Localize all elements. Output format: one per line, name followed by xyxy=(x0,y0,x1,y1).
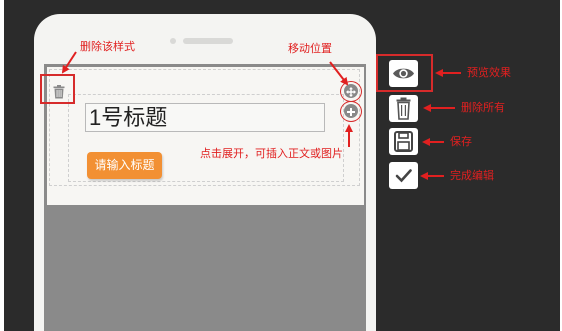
highlight-expand xyxy=(340,101,362,122)
highlight-move xyxy=(340,81,362,102)
save-icon xyxy=(394,131,413,152)
phone-speaker xyxy=(183,38,233,44)
title-input[interactable]: 1号标题 xyxy=(85,103,325,132)
stage: 1号标题 请输入标题 删除该样式 移动位置 点击展开，可插入正文或图片 预览效果… xyxy=(0,0,562,331)
label-preview-effect: 预览效果 xyxy=(467,66,511,79)
label-finish-edit: 完成编辑 xyxy=(450,169,494,182)
finish-edit-button[interactable] xyxy=(389,162,418,189)
check-icon xyxy=(395,169,412,183)
enter-title-button[interactable]: 请输入标题 xyxy=(87,152,162,179)
label-expand-insert: 点击展开，可插入正文或图片 xyxy=(200,147,343,160)
label-move-position: 移动位置 xyxy=(288,42,332,55)
label-delete-all: 删除所有 xyxy=(461,101,505,114)
highlight-delete-style xyxy=(40,74,75,104)
highlight-preview xyxy=(376,54,433,92)
trash-icon xyxy=(396,97,411,120)
delete-all-button[interactable] xyxy=(389,95,418,122)
label-save: 保存 xyxy=(450,135,472,148)
save-button[interactable] xyxy=(389,128,418,155)
label-delete-style: 删除该样式 xyxy=(80,40,135,53)
phone-camera xyxy=(170,38,176,44)
